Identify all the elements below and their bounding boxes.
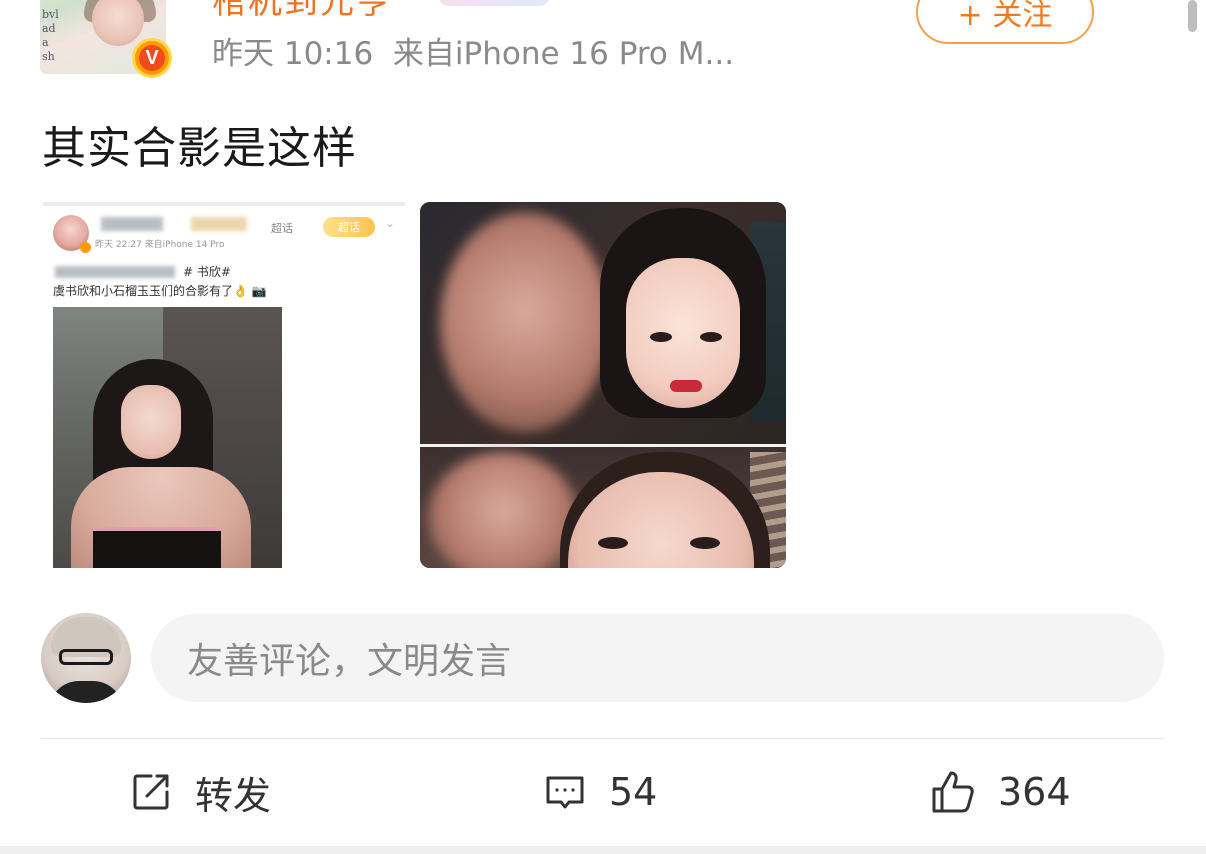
embedded-tag: 超话 bbox=[323, 217, 375, 237]
comment-count: 54 bbox=[609, 770, 658, 814]
photo-dress bbox=[93, 527, 221, 568]
repost-button[interactable]: 转发 bbox=[129, 764, 271, 820]
like-count: 364 bbox=[998, 770, 1071, 814]
photo-face bbox=[121, 385, 181, 459]
post-meta: 昨天 10:16 来自iPhone 16 Pro M... bbox=[212, 28, 734, 73]
embedded-photo bbox=[53, 307, 282, 568]
embedded-chaohua-label: 超话 bbox=[271, 222, 293, 235]
blurred-hashtag bbox=[55, 266, 175, 278]
current-user-avatar[interactable] bbox=[41, 613, 131, 703]
embedded-verified-icon bbox=[80, 242, 91, 253]
blurred-username-2 bbox=[191, 217, 247, 231]
screenshot-topbar bbox=[43, 202, 405, 206]
me-shirt bbox=[49, 681, 123, 703]
chevron-down-icon: ⌄ bbox=[385, 216, 396, 230]
follow-button[interactable]: + 关注 bbox=[916, 0, 1094, 44]
embedded-line-2: 虞书欣和小石榴玉玉们的合影有了👌 📷 bbox=[53, 284, 267, 298]
embedded-meta: 昨天 22:27 来自iPhone 14 Pro bbox=[95, 240, 225, 250]
avatar-face bbox=[92, 0, 144, 46]
repost-icon bbox=[133, 774, 169, 810]
blurred-username bbox=[101, 217, 163, 231]
post-text: 其实合影是这样 bbox=[42, 123, 357, 174]
girl-eye-right bbox=[700, 332, 722, 342]
comment-icon bbox=[546, 776, 584, 809]
post-image-2[interactable] bbox=[420, 202, 786, 568]
like-button[interactable]: 364 bbox=[930, 764, 1071, 820]
repost-label: 转发 bbox=[195, 773, 272, 818]
girl-eye-left bbox=[650, 332, 672, 342]
me-glasses bbox=[59, 649, 113, 665]
bottom-girl-eye-left bbox=[598, 537, 628, 549]
bottom-girl-eye-right bbox=[690, 537, 720, 549]
avatar-text: bvl ad a sh bbox=[42, 8, 59, 63]
username-decoration bbox=[438, 0, 550, 6]
blurred-face-top bbox=[440, 212, 610, 432]
like-icon bbox=[932, 771, 974, 813]
divider bbox=[41, 738, 1164, 739]
post-image-1[interactable]: 昨天 22:27 来自iPhone 14 Pro 超话 超话 ⌄ # 书欣# 虞… bbox=[43, 202, 405, 568]
comment-input[interactable]: 友善评论，文明发言 bbox=[151, 614, 1164, 702]
comment-button[interactable]: 54 bbox=[543, 764, 657, 820]
bottom-strip bbox=[0, 846, 1206, 854]
verified-badge-icon: V bbox=[132, 38, 172, 78]
author-name[interactable]: 棺杌到元亨 bbox=[212, 0, 392, 23]
girl-lips bbox=[670, 380, 702, 392]
post-time: 昨天 10:16 bbox=[212, 36, 374, 72]
scrollbar[interactable] bbox=[1188, 0, 1197, 32]
author-avatar[interactable]: bvl ad a sh V bbox=[40, 0, 172, 78]
post-source: 来自iPhone 16 Pro M... bbox=[392, 36, 735, 72]
embedded-line-1: # 书欣# bbox=[183, 265, 231, 279]
